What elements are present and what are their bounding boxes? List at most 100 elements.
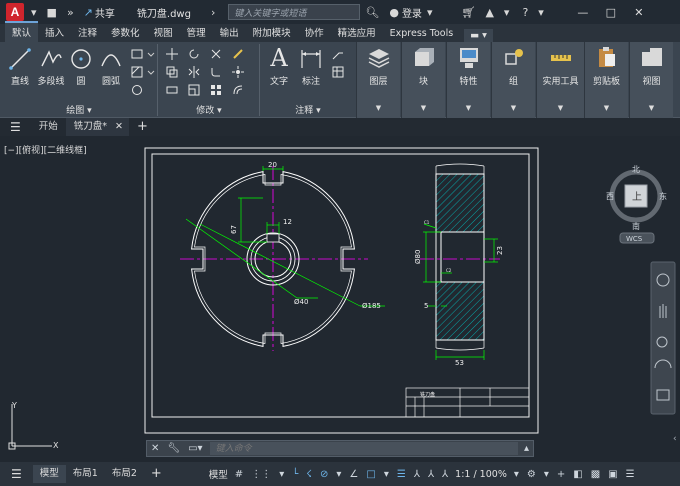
erase-icon[interactable] [232,48,244,60]
tab-featured-apps[interactable]: 精选应用 [331,23,383,42]
clipboard-dropdown-icon[interactable]: ▼ [585,104,628,112]
layers-dropdown-icon[interactable]: ▼ [357,104,400,112]
tab-view[interactable]: 视图 [147,23,180,42]
hatch-icon[interactable] [131,66,143,78]
region-icon[interactable] [131,84,143,96]
maximize-button[interactable]: □ [597,6,625,19]
command-input[interactable] [209,442,518,455]
offset-icon[interactable] [232,84,244,96]
tab-insert[interactable]: 插入 [38,23,71,42]
cart-icon[interactable]: 🛒︎ [461,6,475,19]
clean-screen-icon[interactable]: ▣ [608,469,617,480]
user-icon[interactable]: ● [389,6,399,19]
tab-output[interactable]: 输出 [213,23,246,42]
fillet-icon[interactable] [210,66,222,78]
object-snap-dropdown-icon[interactable]: ▾ [384,469,389,480]
add-layout-icon[interactable]: + [144,465,169,483]
add-icon[interactable]: + [557,469,565,480]
drawing-canvas[interactable]: [−][俯视][二维线框] 铣刀盘 20 67 12 Ø40 Ø185 Ø80 … [0,136,680,462]
tab-layout-2[interactable]: 布局2 [105,465,144,483]
share-arrows-icon[interactable]: » [67,6,74,19]
explode-icon[interactable] [232,66,244,78]
rotate-icon[interactable] [188,48,200,60]
draw-group-label[interactable]: 绘图 ▾ [0,103,158,116]
lineweight-icon[interactable]: ☰ [397,469,406,480]
layers-panel-button[interactable]: 图层 ▼ [356,42,400,118]
customize-status-icon[interactable]: ☰ [626,469,635,480]
move-icon[interactable] [166,48,178,60]
login-button[interactable]: 登录 [402,5,422,20]
viewcube-west[interactable]: 西 [606,192,614,201]
annotation-scale-icon[interactable]: ⅄ [414,469,420,480]
table-icon[interactable] [332,66,344,78]
snap-icon[interactable]: ⋮⋮ [251,469,271,480]
scale-dropdown-icon[interactable]: ▾ [514,469,519,480]
autodesk-app-icon[interactable]: ▲ [485,6,493,19]
array-icon[interactable] [210,84,222,96]
save-icon[interactable]: ■ [47,6,57,19]
command-history-icon[interactable]: ▭▾ [188,443,202,454]
tab-current-drawing[interactable]: 铣刀盘* [65,118,116,136]
utilities-panel-button[interactable]: 实用工具 ▼ [536,42,584,118]
share-label[interactable]: 共享 [95,5,115,20]
hamburger-menu-icon[interactable]: ☰ [0,118,31,136]
application-menu-icon[interactable]: ▾ [31,6,37,19]
layout-menu-icon[interactable]: ☰ [0,465,33,483]
ribbon-toggle-icon[interactable]: ▬ ▾ [464,29,493,42]
line-button[interactable]: 直线 [6,46,34,87]
isolate-objects-icon[interactable]: ◧ [573,469,582,480]
minimize-button[interactable]: — [569,6,597,19]
hardware-acceleration-icon[interactable]: ▩ [591,469,600,480]
object-snap-tracking-icon[interactable]: ∠ [349,469,358,480]
help-icon[interactable]: ? [522,6,528,19]
tab-layout-1[interactable]: 布局1 [66,465,105,483]
tab-annotate[interactable]: 注释 [71,23,104,42]
wcs-label[interactable]: WCS [626,235,643,243]
snap-dropdown-icon[interactable]: ▾ [279,469,284,480]
exchange-dropdown-icon[interactable]: ▾ [504,6,510,19]
close-window-button[interactable]: ✕ [625,6,653,19]
tab-express-tools[interactable]: Express Tools [383,26,461,42]
utilities-dropdown-icon[interactable]: ▼ [537,104,584,112]
copy-icon[interactable] [166,66,178,78]
tab-default[interactable]: 默认 [5,21,39,42]
login-dropdown-icon[interactable]: ▾ [427,6,433,19]
rectangle-icon[interactable] [131,48,143,60]
share-icon[interactable]: ↗ [84,6,93,19]
tab-parametric[interactable]: 参数化 [104,23,147,42]
properties-panel-button[interactable]: 特性 ▼ [446,42,490,118]
tab-collaborate[interactable]: 协作 [298,23,331,42]
help-dropdown-icon[interactable]: ▾ [538,6,544,19]
viewcube-east[interactable]: 东 [659,191,667,201]
tab-start[interactable]: 开始 [31,118,66,136]
grid-icon[interactable]: # [235,469,243,480]
polyline-button[interactable]: 多段线 [36,46,66,87]
command-scroll-icon[interactable]: ▴ [524,443,529,454]
annotation-scale-value[interactable]: 1:1 / 100% [455,469,507,480]
nav-bar-collapse-icon[interactable]: ‹ [673,434,677,444]
search-icon[interactable]: 🔍︎ [365,6,379,19]
polar-tracking-icon[interactable]: ☇ [306,469,312,480]
mirror-icon[interactable] [188,66,200,78]
annotation-visibility-icon[interactable]: ⅄ [428,469,434,480]
group-dropdown-icon[interactable]: ▼ [492,104,535,112]
workspace-dropdown-icon[interactable]: ▾ [544,469,549,480]
clipboard-panel-button[interactable]: 剪贴板 ▼ [584,42,628,118]
close-tab-icon[interactable]: ✕ [115,118,130,136]
rectangle-dropdown-icon[interactable] [145,48,157,60]
circle-button[interactable]: 圆 [68,46,94,87]
scale-icon[interactable] [188,84,200,96]
navigation-bar[interactable] [650,261,676,415]
tab-manage[interactable]: 管理 [180,23,213,42]
arc-button[interactable]: 圆弧 [98,46,124,87]
trim-icon[interactable] [210,48,222,60]
command-customize-icon[interactable]: 🔧︎ [167,443,180,454]
new-tab-icon[interactable]: + [129,118,156,136]
object-snap-icon[interactable]: □ [366,469,375,480]
viewcube-south[interactable]: 南 [632,221,640,231]
dimension-button[interactable]: 标注 [296,46,326,87]
tab-addins[interactable]: 附加模块 [246,23,298,42]
isometric-dropdown-icon[interactable]: ▾ [336,469,341,480]
viewcube-north[interactable]: 北 [632,165,640,174]
model-space-toggle[interactable]: 模型 [209,467,228,481]
